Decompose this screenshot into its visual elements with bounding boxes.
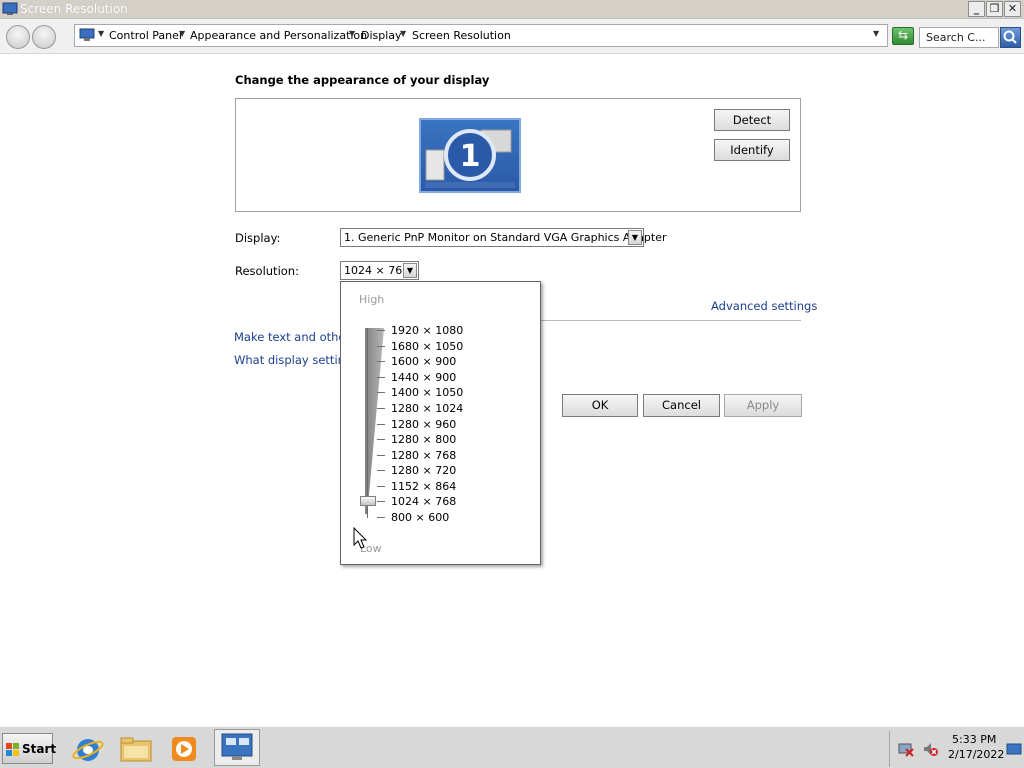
slider-tick <box>377 392 385 393</box>
resolution-slider-popup: High 1920 × 1080 1680 × 1050 1600 × 900 … <box>340 281 541 565</box>
show-desktop-icon[interactable] <box>1006 743 1022 757</box>
breadcrumb-screen-resolution[interactable]: Screen Resolution <box>412 29 511 42</box>
media-player-icon[interactable] <box>166 733 202 765</box>
resolution-option[interactable]: 1280 × 1024 <box>391 402 463 415</box>
address-field[interactable]: ▼ Control Panel ▼ Appearance and Persona… <box>74 24 888 47</box>
resolution-option[interactable]: 1920 × 1080 <box>391 324 463 337</box>
monitor-icon: 1 <box>425 129 515 188</box>
breadcrumb-appearance[interactable]: Appearance and Personalization <box>190 29 367 42</box>
identify-button[interactable]: Identify <box>714 139 790 161</box>
slider-tick <box>377 486 385 487</box>
internet-explorer-icon[interactable] <box>70 733 106 765</box>
refresh-button[interactable]: ⇆ <box>892 27 914 45</box>
resolution-option[interactable]: 1440 × 900 <box>391 371 456 384</box>
slider-tick <box>377 346 385 347</box>
window-title: Screen Resolution <box>20 2 128 16</box>
taskbar: Start <box>0 726 1024 768</box>
display-select[interactable]: 1. Generic PnP Monitor on Standard VGA G… <box>340 228 667 247</box>
resolution-option[interactable]: 1152 × 864 <box>391 480 456 493</box>
slider-tick <box>377 377 385 378</box>
slider-tick <box>377 361 385 362</box>
network-disconnected-icon[interactable] <box>898 741 914 757</box>
breadcrumb-display[interactable]: Display <box>361 29 402 42</box>
start-button[interactable]: Start <box>2 733 57 764</box>
display-label: Display: <box>235 231 281 245</box>
slider-tick <box>377 330 385 331</box>
breadcrumb-arrow[interactable]: ▼ <box>349 29 355 38</box>
search-button[interactable] <box>1000 27 1021 48</box>
resolution-select-value: 1024 × 768 <box>344 264 410 277</box>
display-select-value: 1. Generic PnP Monitor on Standard VGA G… <box>344 231 667 244</box>
start-label: Start <box>22 742 57 756</box>
resolution-option[interactable]: 1600 × 900 <box>391 355 456 368</box>
close-button[interactable]: ✕ <box>1004 1 1021 17</box>
resolution-option[interactable]: 1280 × 800 <box>391 433 456 446</box>
search-icon <box>1003 30 1017 44</box>
slider-thumb[interactable] <box>360 496 376 506</box>
resolution-option[interactable]: 1024 × 768 <box>391 495 456 508</box>
cancel-button[interactable]: Cancel <box>643 394 720 417</box>
slider-tick <box>377 439 385 440</box>
history-dropdown-icon[interactable]: ▼ <box>873 29 879 38</box>
display-settings-icon <box>221 733 253 760</box>
slider-tick <box>377 470 385 471</box>
mouse-cursor-icon <box>353 527 368 549</box>
slider-rail <box>367 328 368 518</box>
search-placeholder: Search C... <box>926 31 986 44</box>
breadcrumb-control-panel[interactable]: Control Panel <box>109 29 182 42</box>
monitor-number: 1 <box>460 139 481 174</box>
ok-button[interactable]: OK <box>562 394 638 417</box>
separator <box>540 320 801 321</box>
chevron-down-icon[interactable]: ▼ <box>628 230 642 245</box>
title-bar: Screen Resolution _ ❐ ✕ <box>0 0 1024 19</box>
resolution-label: Resolution: <box>235 264 299 278</box>
resolution-option[interactable]: 1680 × 1050 <box>391 340 463 353</box>
resolution-option[interactable]: 800 × 600 <box>391 511 449 524</box>
resolution-select[interactable]: 1024 × 768 ▼ <box>340 261 419 280</box>
file-explorer-icon[interactable] <box>118 733 154 765</box>
control-panel-icon <box>79 28 95 41</box>
resolution-option[interactable]: 1400 × 1050 <box>391 386 463 399</box>
slider-tick <box>377 424 385 425</box>
apply-button[interactable]: Apply <box>724 394 802 417</box>
slider-tick <box>377 455 385 456</box>
windows-logo-icon <box>6 743 19 756</box>
page-title: Change the appearance of your display <box>235 73 490 87</box>
detect-button[interactable]: Detect <box>714 109 790 131</box>
minimize-button[interactable]: _ <box>968 1 985 17</box>
taskbar-screen-resolution[interactable] <box>214 729 260 766</box>
monitor-thumbnail[interactable]: 1 <box>419 118 521 193</box>
search-input[interactable]: Search C... <box>919 27 999 48</box>
resolution-option[interactable]: 1280 × 768 <box>391 449 456 462</box>
resolution-option[interactable]: 1280 × 960 <box>391 418 456 431</box>
breadcrumb-arrow[interactable]: ▼ <box>179 29 185 38</box>
address-bar-area: ▼ Control Panel ▼ Appearance and Persona… <box>0 19 1024 54</box>
clock-time[interactable]: 5:33 PM <box>952 733 996 746</box>
clock-date[interactable]: 2/17/2022 <box>948 748 1004 761</box>
slider-tick <box>377 408 385 409</box>
slider-tick <box>377 501 385 502</box>
advanced-settings-link[interactable]: Advanced settings <box>711 299 817 313</box>
volume-muted-icon[interactable] <box>922 741 938 757</box>
text-size-link[interactable]: Make text and other i <box>234 330 357 344</box>
restore-button[interactable]: ❐ <box>986 1 1003 17</box>
back-button[interactable] <box>6 25 30 49</box>
chevron-down-icon[interactable]: ▼ <box>403 263 417 278</box>
breadcrumb-arrow[interactable]: ▼ <box>98 29 104 38</box>
forward-button[interactable] <box>32 25 56 49</box>
slider-tick <box>377 517 385 518</box>
window-icon <box>2 2 18 15</box>
breadcrumb-arrow[interactable]: ▼ <box>400 29 406 38</box>
resolution-option[interactable]: 1280 × 720 <box>391 464 456 477</box>
slider-high-label: High <box>359 293 385 306</box>
